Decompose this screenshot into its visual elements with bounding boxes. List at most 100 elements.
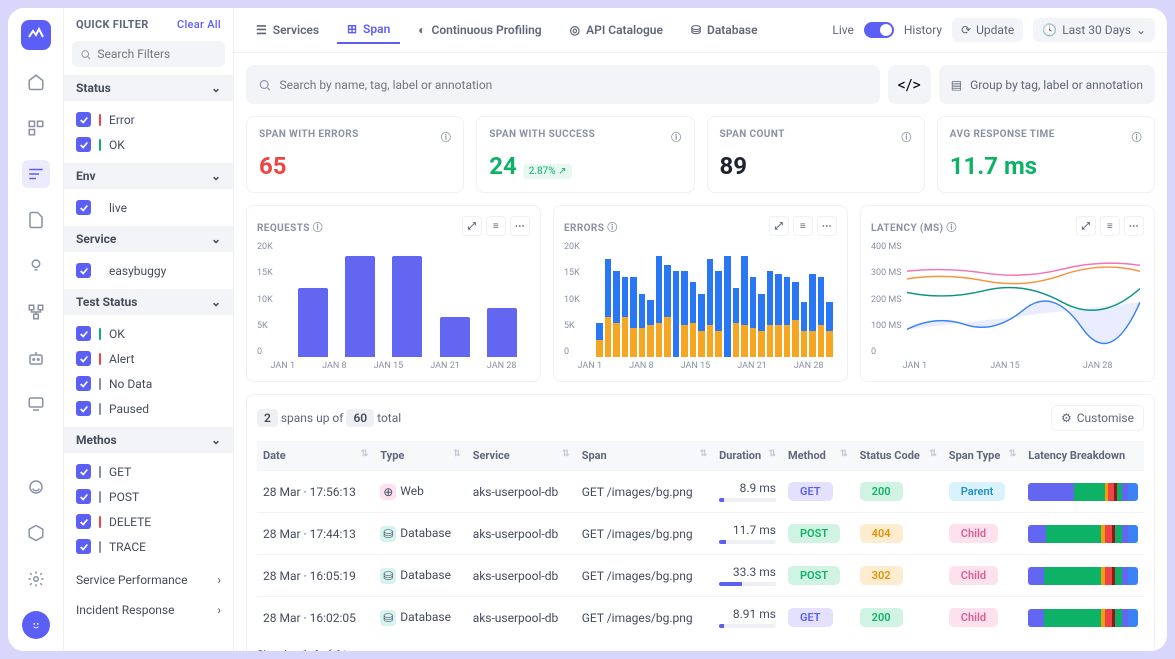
filter-check[interactable]: Alert [68, 346, 229, 371]
filter-check[interactable]: GET [68, 459, 229, 484]
tab-services[interactable]: ☰Services [246, 17, 329, 43]
column-header[interactable]: Latency Breakdown [1022, 441, 1144, 471]
nav-monitor-icon[interactable] [22, 390, 50, 418]
date-range-button[interactable]: 🕓Last 30 Days⌄ [1033, 18, 1155, 42]
latency-breakdown [1028, 525, 1138, 543]
filter-section-env[interactable]: Env⌄ [64, 163, 233, 189]
sort-icon[interactable]: ⇅ [361, 449, 369, 459]
group-icon: ▤ [951, 78, 962, 92]
filter-check[interactable]: easybuggy [68, 258, 229, 283]
filter-section-method[interactable]: Methos⌄ [64, 427, 233, 453]
column-header[interactable]: Date⇅ [257, 441, 374, 471]
filter-check[interactable]: OK [68, 321, 229, 346]
filter-search-input[interactable] [97, 47, 217, 61]
filter-check[interactable]: live [68, 195, 229, 220]
filter-check[interactable]: OK [68, 132, 229, 157]
tab-span[interactable]: ⊞Span [337, 16, 400, 44]
column-header[interactable]: Method⇅ [782, 441, 854, 471]
filter-section-status[interactable]: Status⌄ [64, 75, 233, 101]
checkbox-icon [76, 464, 91, 479]
column-header[interactable]: Duration⇅ [713, 441, 782, 471]
nav-cube-icon[interactable] [22, 519, 50, 547]
chevron-down-icon: ⌄ [211, 169, 221, 183]
nav-gear-icon[interactable] [22, 565, 50, 593]
info-icon[interactable]: ⓘ [607, 223, 617, 234]
expand-icon[interactable]: ⤢ [1076, 216, 1096, 236]
sort-icon[interactable]: ⇅ [929, 449, 937, 459]
expand-icon[interactable]: ⤢ [769, 216, 789, 236]
more-icon[interactable]: ⋯ [510, 216, 530, 236]
nav-span-icon[interactable] [22, 160, 50, 188]
column-header[interactable]: Status Code⇅ [854, 441, 943, 471]
info-icon[interactable]: ⓘ [1132, 129, 1142, 144]
filter-check[interactable]: POST [68, 484, 229, 509]
group-by-button[interactable]: ▤Group by tag, label or annotation [939, 65, 1155, 104]
stat-value: 24 [489, 152, 517, 180]
table-row[interactable]: 28 Mar · 17:44:13 ⛁Database aks-userpool… [257, 513, 1144, 555]
info-icon[interactable]: ⓘ [441, 129, 451, 144]
sort-icon[interactable]: ⇅ [453, 449, 461, 459]
column-header[interactable]: Span Type⇅ [943, 441, 1022, 471]
table-row[interactable]: 28 Mar · 16:02:05 ⛁Database aks-userpool… [257, 597, 1144, 639]
column-header[interactable]: Type⇅ [374, 441, 466, 471]
tab-database[interactable]: ⛁Database [681, 17, 768, 43]
checkbox-icon [76, 326, 91, 341]
more-icon[interactable]: ⋯ [1124, 216, 1144, 236]
tab-api[interactable]: ◎API Catalogue [560, 17, 673, 43]
table-row[interactable]: 28 Mar · 16:05:19 ⛁Database aks-userpool… [257, 555, 1144, 597]
span-type-pill: Child [949, 566, 998, 585]
sort-icon[interactable]: ⇅ [562, 449, 570, 459]
filter-icon[interactable]: ≡ [486, 216, 506, 236]
traces-table: 2 spans up of 60 total ⚙Customise Date⇅T… [246, 394, 1155, 651]
filter-section-service[interactable]: Service⌄ [64, 226, 233, 252]
filter-icon[interactable]: ≡ [1100, 216, 1120, 236]
filter-check[interactable]: No Data [68, 371, 229, 396]
filter-check[interactable]: Paused [68, 396, 229, 421]
nav-node-icon[interactable] [22, 298, 50, 326]
info-icon[interactable]: ⓘ [671, 129, 681, 144]
sort-icon[interactable]: ⇅ [768, 449, 776, 459]
sidebar-link[interactable]: Service Performance› [64, 565, 233, 595]
info-icon[interactable]: ⓘ [946, 223, 956, 234]
main-search-input[interactable] [280, 78, 868, 92]
more-icon[interactable]: ⋯ [817, 216, 837, 236]
filter-label: DELETE [109, 515, 151, 529]
tab-profiling[interactable]: ◐Continuous Profiling [408, 17, 551, 43]
stat-avg-response: AVG RESPONSE TIMEⓘ 11.7 ms [937, 116, 1155, 193]
live-toggle[interactable] [864, 22, 894, 38]
filter-section-test[interactable]: Test Status⌄ [64, 289, 233, 315]
grid-icon: ⊞ [347, 22, 357, 36]
table-row[interactable]: 28 Mar · 17:56:13 ⊕Web aks-userpool-db G… [257, 471, 1144, 513]
avatar[interactable] [22, 611, 50, 639]
code-button[interactable]: </> [888, 65, 931, 104]
column-header[interactable]: Span⇅ [576, 441, 713, 471]
stat-value: 11.7 ms [950, 152, 1142, 180]
chevron-right-icon: › [217, 603, 221, 617]
sort-icon[interactable]: ⇅ [700, 449, 708, 459]
nav-support-icon[interactable] [22, 473, 50, 501]
chevron-down-icon: ⌄ [211, 232, 221, 246]
info-icon[interactable]: ⓘ [313, 223, 323, 234]
clear-all-button[interactable]: Clear All [177, 18, 221, 31]
expand-icon[interactable]: ⤢ [462, 216, 482, 236]
sidebar-link[interactable]: Incident Response› [64, 595, 233, 625]
column-header[interactable]: Service⇅ [467, 441, 576, 471]
info-icon[interactable]: ⓘ [901, 129, 911, 144]
sort-icon[interactable]: ⇅ [1009, 449, 1017, 459]
update-button[interactable]: ⟳Update [952, 18, 1023, 42]
nav-file-icon[interactable] [22, 206, 50, 234]
customise-button[interactable]: ⚙Customise [1051, 405, 1144, 431]
filter-check[interactable]: TRACE [68, 534, 229, 559]
filter-search[interactable] [72, 41, 225, 67]
nav-bot-icon[interactable] [22, 344, 50, 372]
database-icon: ⛁ [380, 610, 396, 626]
filter-check[interactable]: Error [68, 107, 229, 132]
filter-icon[interactable]: ≡ [793, 216, 813, 236]
nav-apps-icon[interactable] [22, 114, 50, 142]
main-search[interactable] [246, 65, 880, 104]
nav-home-icon[interactable] [22, 68, 50, 96]
nav-bulb-icon[interactable] [22, 252, 50, 280]
filter-check[interactable]: DELETE [68, 509, 229, 534]
sort-icon[interactable]: ⇅ [840, 449, 848, 459]
status-pill: 404 [860, 524, 903, 543]
